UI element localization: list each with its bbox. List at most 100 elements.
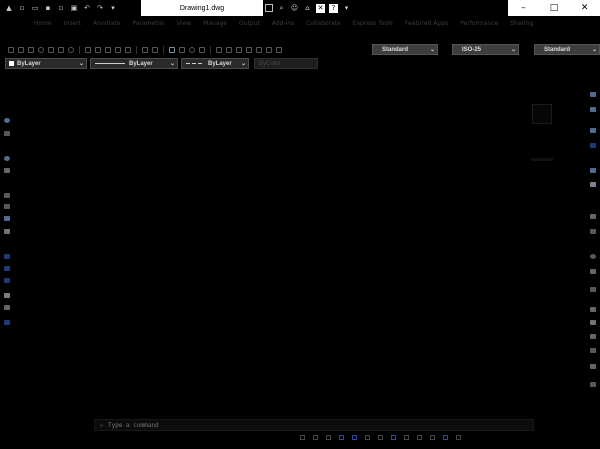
wcs-menu[interactable]	[531, 158, 553, 161]
command-history-icon[interactable]: ▸	[99, 422, 105, 429]
stretch-icon[interactable]	[590, 254, 596, 259]
osnap-icon[interactable]	[365, 435, 370, 440]
search-icon[interactable]: ⌕	[277, 4, 286, 13]
zoom-window-icon[interactable]	[189, 46, 195, 53]
mirror-icon[interactable]	[590, 128, 596, 133]
ribbon-tab[interactable]: Insert	[58, 20, 87, 27]
ribbon-tab[interactable]: Collaborate	[300, 20, 347, 27]
hatch-icon[interactable]	[4, 293, 10, 298]
ribbon-tab[interactable]: Annotate	[87, 20, 126, 27]
help-icon[interactable]: ?	[329, 3, 338, 13]
polyline-icon[interactable]	[4, 131, 10, 136]
match-properties-icon[interactable]	[115, 46, 121, 53]
undo-icon[interactable]: ↶	[83, 4, 91, 12]
trim-icon[interactable]	[590, 269, 596, 274]
ribbon-tab[interactable]: Add-ins	[266, 20, 300, 27]
redo-icon[interactable]: ↷	[96, 4, 104, 12]
copy-icon[interactable]	[590, 107, 596, 112]
markup-icon[interactable]	[256, 46, 262, 53]
ribbon-tab[interactable]: Manage	[197, 20, 233, 27]
dropdown-icon[interactable]: ▾	[109, 4, 117, 12]
offset-icon[interactable]	[590, 143, 596, 148]
block-editor-icon[interactable]	[125, 46, 131, 53]
ellipse-icon[interactable]	[4, 229, 10, 234]
paste-icon[interactable]	[105, 46, 111, 53]
plot-preview-icon[interactable]	[48, 46, 54, 53]
fillet-icon[interactable]	[590, 348, 596, 353]
line-icon[interactable]	[4, 118, 10, 123]
explode-icon[interactable]	[590, 364, 596, 369]
viewcube[interactable]	[532, 104, 552, 124]
print-icon[interactable]	[38, 46, 44, 53]
undo-icon[interactable]	[142, 46, 148, 53]
ribbon-tab[interactable]: Home	[28, 20, 58, 27]
point-icon[interactable]	[4, 278, 10, 283]
zoom-previous-icon[interactable]	[199, 46, 205, 53]
spline-icon[interactable]	[4, 216, 10, 221]
circle-icon[interactable]	[4, 156, 10, 161]
blend-icon[interactable]	[590, 382, 596, 387]
sign-in-icon[interactable]: ☺	[290, 4, 299, 13]
table-style-combo[interactable]: Standard ⌄	[534, 44, 600, 55]
design-center-icon[interactable]	[226, 46, 232, 53]
ribbon-tab[interactable]: Express Tools	[347, 20, 399, 27]
save-icon[interactable]	[28, 46, 34, 53]
drawing-canvas[interactable]	[14, 72, 582, 417]
scale-icon[interactable]	[590, 229, 596, 234]
redo-icon[interactable]	[152, 46, 158, 53]
erase-icon[interactable]	[590, 92, 596, 97]
region-icon[interactable]	[4, 320, 10, 325]
linetype-combo[interactable]: ByLayer ⌄	[90, 58, 178, 69]
otrack-icon[interactable]	[378, 435, 383, 440]
chamfer-icon[interactable]	[590, 334, 596, 339]
maximize-button[interactable]: □	[539, 0, 570, 16]
ortho-icon[interactable]	[339, 435, 344, 440]
workspace-icon[interactable]	[443, 435, 448, 440]
grid-icon[interactable]	[313, 435, 318, 440]
model-space-icon[interactable]	[300, 435, 305, 440]
exchange-icon[interactable]: ✕	[316, 3, 325, 13]
tool-palettes-icon[interactable]	[236, 46, 242, 53]
cart-icon[interactable]: ⌂	[303, 4, 312, 13]
minimize-button[interactable]: –	[508, 0, 539, 16]
make-block-icon[interactable]	[4, 266, 10, 271]
print-icon[interactable]: ▣	[70, 4, 78, 12]
selection-cycling-icon[interactable]	[417, 435, 422, 440]
arc-icon[interactable]	[4, 168, 10, 173]
new-icon[interactable]	[8, 46, 14, 53]
copy-icon[interactable]	[95, 46, 101, 53]
3d-print-icon[interactable]	[68, 46, 74, 53]
help-dropdown-icon[interactable]: ▾	[342, 4, 351, 13]
customization-icon[interactable]	[456, 435, 461, 440]
layer-combo[interactable]: ByLayer ⌄	[5, 58, 87, 69]
break-icon[interactable]	[590, 307, 596, 312]
annotation-scale-icon[interactable]	[430, 435, 435, 440]
move-icon[interactable]	[590, 182, 596, 187]
zoom-realtime-icon[interactable]	[179, 46, 185, 53]
snap-icon[interactable]	[326, 435, 331, 440]
lineweight-combo[interactable]: ByLayer ⌄	[181, 58, 249, 69]
search-input[interactable]	[265, 4, 273, 12]
ribbon-tab[interactable]: Featured Apps	[399, 20, 454, 27]
help-icon[interactable]	[276, 46, 282, 53]
rotate-icon[interactable]	[590, 214, 596, 219]
command-input[interactable]	[108, 420, 533, 430]
ribbon-tab[interactable]: Output	[233, 20, 266, 27]
rectangle-icon[interactable]	[4, 193, 10, 198]
join-icon[interactable]	[590, 320, 596, 325]
close-button[interactable]: ✕	[569, 0, 600, 16]
new-icon[interactable]: ▫	[18, 4, 26, 12]
save-icon[interactable]: ▪	[44, 4, 52, 12]
properties-icon[interactable]	[216, 46, 222, 53]
polygon-icon[interactable]	[4, 204, 10, 209]
save-as-icon[interactable]: ▫	[57, 4, 65, 12]
text-style-combo[interactable]: Standard ⌄	[372, 44, 438, 55]
open-icon[interactable]	[18, 46, 24, 53]
sheet-set-icon[interactable]	[246, 46, 252, 53]
polar-icon[interactable]	[352, 435, 357, 440]
open-icon[interactable]: ▭	[31, 4, 39, 12]
transparency-icon[interactable]	[404, 435, 409, 440]
array-icon[interactable]	[590, 168, 596, 173]
app-menu-icon[interactable]: ▲	[5, 4, 13, 12]
pan-icon[interactable]	[169, 46, 175, 53]
